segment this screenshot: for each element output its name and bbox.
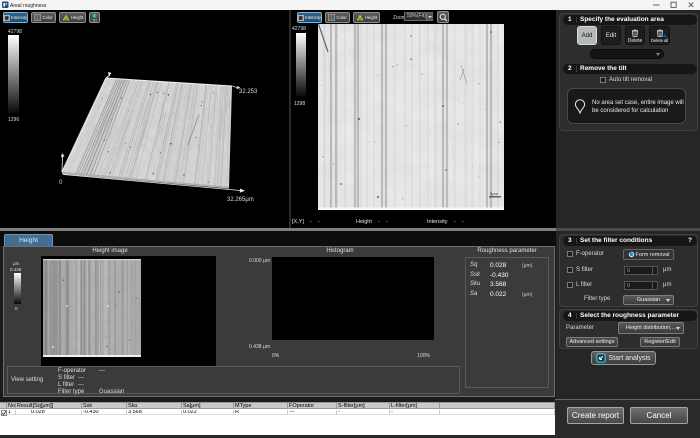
svg-text:μm: μm (13, 261, 20, 266)
svg-text:32.265μm: 32.265μm (227, 197, 254, 203)
svg-text:3D: 3D (92, 19, 97, 22)
svg-text:32.253: 32.253 (239, 89, 258, 95)
svg-text:5μm: 5μm (490, 191, 499, 196)
svg-text:42798: 42798 (8, 29, 22, 35)
svg-text:0: 0 (15, 306, 18, 311)
svg-text:0.438: 0.438 (10, 267, 22, 272)
svg-text:42798: 42798 (292, 26, 306, 32)
svg-text:0: 0 (59, 180, 63, 186)
svg-text:1298: 1298 (294, 101, 305, 107)
svg-text:1296: 1296 (8, 117, 19, 123)
